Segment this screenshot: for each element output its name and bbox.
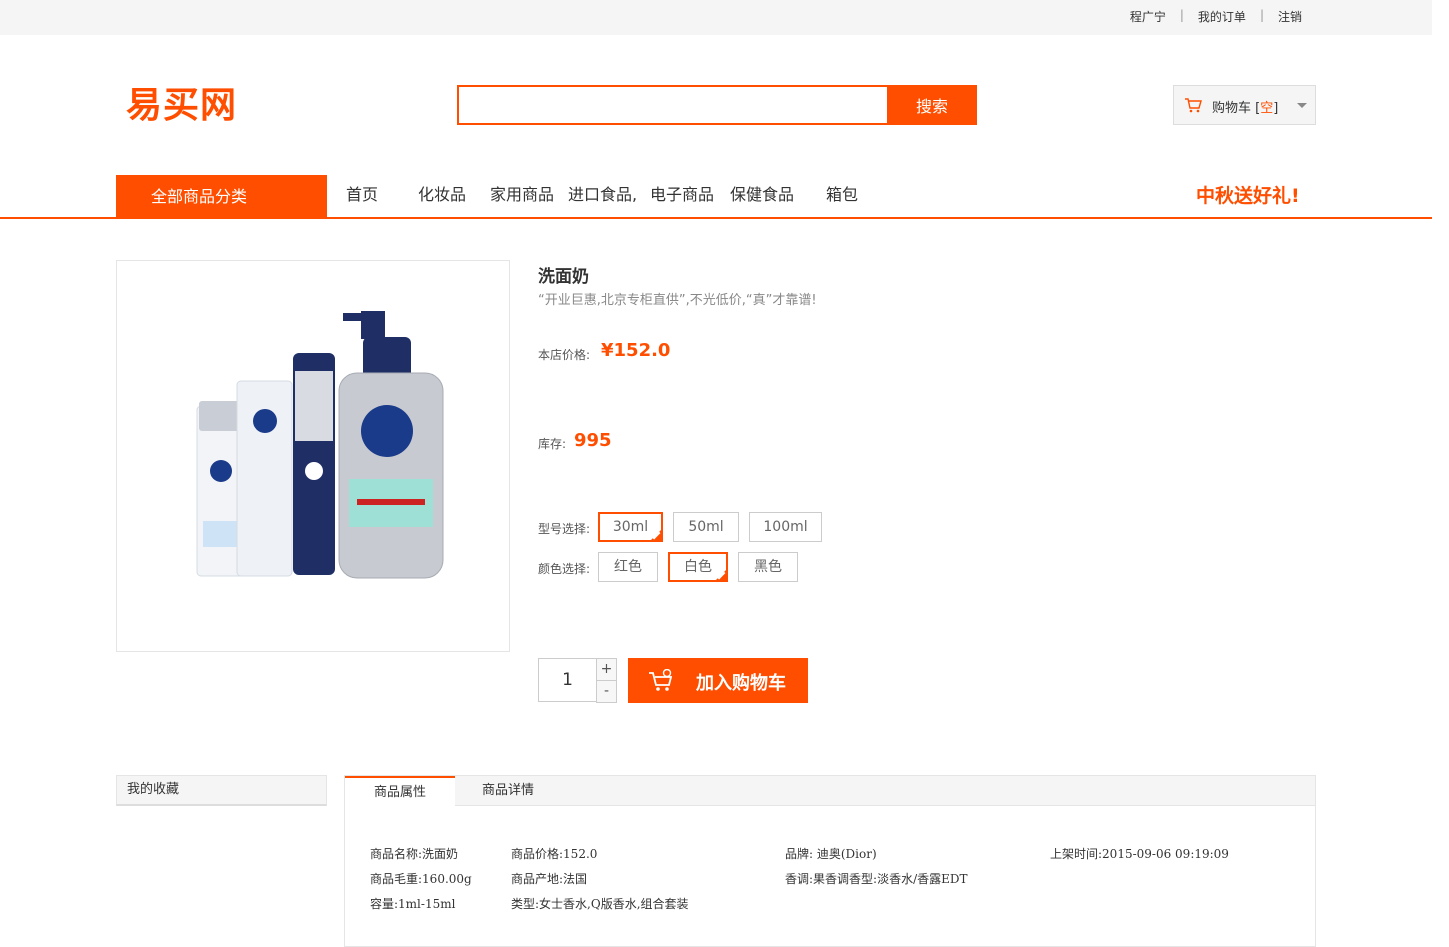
promo-banner[interactable]: 中秋送好礼! [1196, 175, 1300, 217]
attr-listed-time: 上架时间:2015-09-06 09:19:09 [1050, 847, 1229, 861]
all-categories-button[interactable]: 全部商品分类 [116, 175, 327, 217]
attr-origin: 商品产地:法国 [511, 872, 588, 886]
search-button[interactable]: 搜索 [887, 85, 977, 125]
product-image [116, 260, 510, 652]
cart-icon [1185, 98, 1202, 113]
product-photo-icon [196, 311, 444, 579]
stock-value: 995 [574, 430, 612, 451]
model-label: 型号选择: [538, 522, 591, 536]
check-icon [715, 569, 726, 580]
product-subtitle: “开业巨惠,北京专柜直供”,不光低价,“真”才靠谱! [538, 293, 817, 308]
attr-capacity: 容量:1ml-15ml [370, 897, 456, 911]
my-favorites-header[interactable]: 我的收藏 [116, 775, 327, 806]
model-option-50ml[interactable]: 50ml [673, 512, 739, 542]
my-orders-link[interactable]: 我的订单 [1184, 8, 1260, 25]
add-to-cart-button[interactable]: 加入购物车 [628, 658, 808, 703]
cart-add-icon [649, 669, 673, 691]
cart-count: 空 [1260, 101, 1274, 116]
username-link[interactable]: 程广宁 [1116, 8, 1180, 25]
product-tabs: 商品属性 商品详情 商品名称:洗面奶 商品价格:152.0 品牌: 迪奥(Dio… [344, 775, 1316, 947]
chevron-down-icon [1297, 103, 1307, 108]
attr-scent: 香调:果香调香型:淡香水/香露EDT [785, 872, 968, 886]
decrease-button[interactable]: - [596, 680, 617, 703]
main-nav: 全部商品分类 首页 化妆品 家用商品 进口食品, 电子商品 保健食品 箱包 中秋… [0, 175, 1432, 219]
price-label: 本店价格: [538, 348, 591, 362]
attr-type: 类型:女士香水,Q版香水,组合套装 [511, 897, 689, 911]
quantity-stepper: 1 + - [538, 658, 617, 703]
top-bar: 程广宁 | 我的订单 | 注销 [0, 0, 1432, 35]
nav-item-bags[interactable]: 箱包 [826, 175, 858, 215]
site-logo[interactable]: 易买网 [126, 82, 237, 128]
stock-label: 库存: [538, 437, 567, 451]
attr-weight: 商品毛重:160.00g [370, 872, 472, 886]
add-to-cart-label: 加入购物车 [696, 673, 786, 693]
nav-item-imported-food[interactable]: 进口食品, [568, 175, 637, 215]
check-icon [650, 529, 661, 540]
user-links: 程广宁 | 我的订单 | 注销 [1116, 8, 1316, 25]
nav-item-home[interactable]: 首页 [346, 175, 378, 215]
logout-link[interactable]: 注销 [1264, 8, 1316, 25]
cart-label: 购物车 [空] [1212, 101, 1279, 116]
product-title: 洗面奶 [538, 267, 589, 287]
nav-item-household[interactable]: 家用商品 [490, 175, 554, 215]
color-label: 颜色选择: [538, 562, 591, 576]
tab-details[interactable]: 商品详情 [482, 776, 534, 805]
color-option-black[interactable]: 黑色 [738, 552, 798, 582]
nav-item-health-food[interactable]: 保健食品 [730, 175, 794, 215]
attr-price: 商品价格:152.0 [511, 847, 598, 861]
nav-item-cosmetics[interactable]: 化妆品 [418, 175, 466, 215]
attr-name: 商品名称:洗面奶 [370, 847, 459, 861]
increase-button[interactable]: + [596, 658, 617, 681]
quantity-input[interactable]: 1 [538, 658, 597, 702]
price-value: ¥152.0 [601, 340, 671, 361]
model-option-100ml[interactable]: 100ml [749, 512, 822, 542]
model-option-30ml[interactable]: 30ml [598, 512, 663, 542]
tab-attributes[interactable]: 商品属性 [345, 776, 455, 808]
search-input[interactable] [457, 85, 889, 125]
nav-item-electronics[interactable]: 电子商品 [650, 175, 714, 215]
tab-bar: 商品属性 商品详情 [345, 776, 1315, 808]
color-option-red[interactable]: 红色 [598, 552, 658, 582]
cart-dropdown[interactable]: 购物车 [空] [1173, 85, 1316, 125]
attr-brand: 品牌: 迪奥(Dior) [785, 847, 877, 861]
color-option-white[interactable]: 白色 [668, 552, 728, 582]
search-bar: 搜索 [457, 85, 977, 125]
